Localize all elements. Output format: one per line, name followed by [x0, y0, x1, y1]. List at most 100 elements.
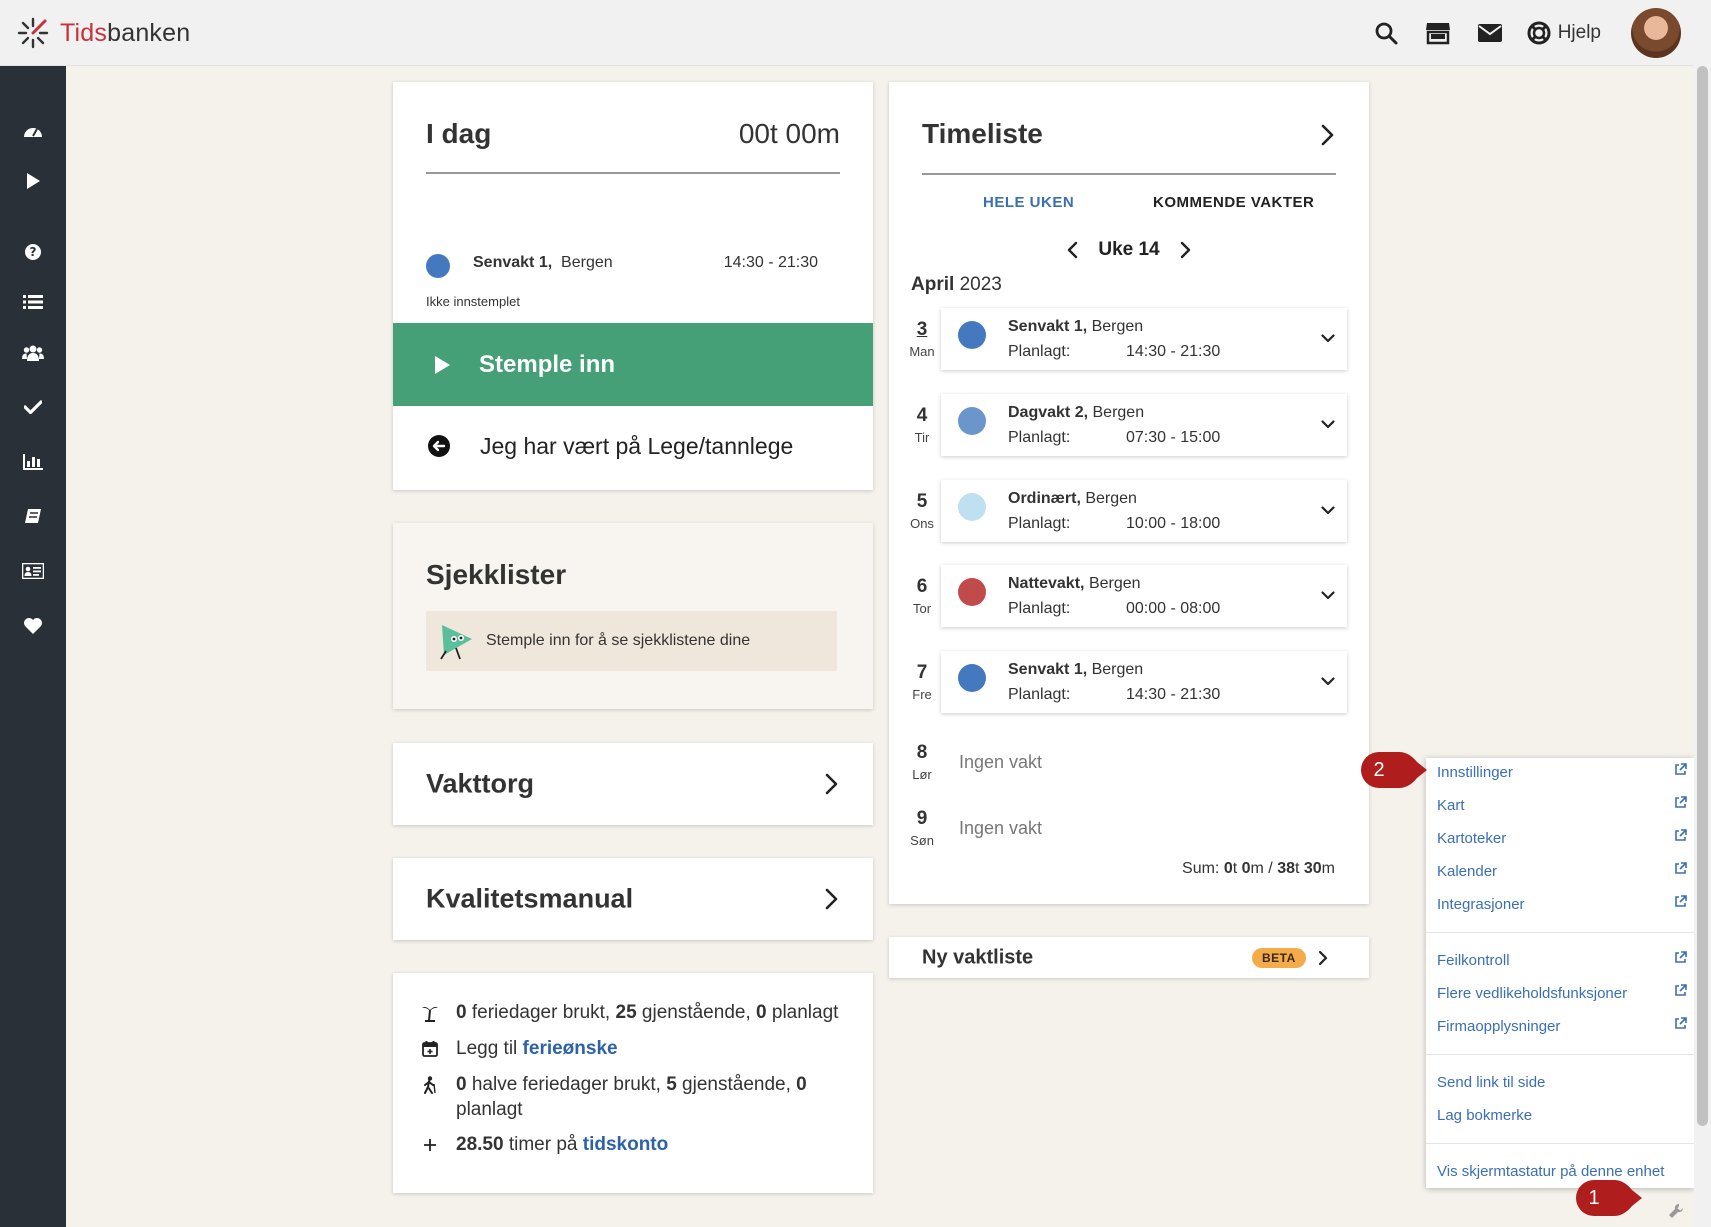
menu-item-label: Kart: [1437, 796, 1465, 814]
wrench-icon[interactable]: [1660, 1195, 1692, 1227]
shift-card[interactable]: Senvakt 1, Bergen Planlagt: 14:30 - 21:30: [941, 651, 1347, 713]
chevron-right-icon[interactable]: [825, 888, 839, 910]
shift-time: 14:30 - 21:30: [1126, 686, 1221, 703]
menu-item-label: Integrasjoner: [1437, 895, 1525, 913]
search-icon[interactable]: [1371, 18, 1401, 48]
lifebuoy-icon: [1527, 21, 1551, 45]
help-link[interactable]: Hjelp: [1527, 21, 1601, 45]
store-icon[interactable]: [1423, 18, 1453, 48]
beta-badge: BETA: [1252, 947, 1306, 968]
menu-item[interactable]: Integrasjoner: [1437, 890, 1687, 918]
shift-time: 00:00 - 08:00: [1126, 600, 1221, 617]
sidebar: ?: [0, 66, 66, 1227]
time-account-link[interactable]: tidskonto: [583, 1134, 669, 1155]
chevron-right-icon[interactable]: [1318, 950, 1329, 966]
scrollbar[interactable]: [1694, 0, 1711, 1227]
menu-item[interactable]: Kartoteker: [1437, 824, 1687, 852]
dashboard-icon[interactable]: [0, 111, 66, 151]
tab-whole-week[interactable]: HELE UKEN: [983, 194, 1074, 211]
tab-upcoming-shifts[interactable]: KOMMENDE VAKTER: [1153, 194, 1314, 211]
check-icon[interactable]: [0, 387, 66, 427]
time-account-row: 28.50 timer på tidskonto: [420, 1132, 668, 1157]
stamp-in-button[interactable]: Stemple inn: [393, 323, 873, 406]
menu-item[interactable]: Flere vedlikeholdsfunksjoner: [1437, 979, 1687, 1007]
plus-icon: [420, 1132, 440, 1157]
logo-icon: [17, 17, 49, 49]
hiker-icon: [420, 1072, 440, 1097]
shift-title: Dagvakt 2, Bergen: [1008, 404, 1145, 421]
shift-card[interactable]: Senvakt 1, Bergen Planlagt: 14:30 - 21:30: [941, 308, 1347, 370]
quality-manual-title: Kvalitetsmanual: [426, 883, 634, 914]
week-label: Uke 14: [1098, 239, 1160, 260]
day-name: Ons: [910, 516, 934, 531]
menu-divider: [1426, 1143, 1694, 1144]
chevron-down-icon[interactable]: [1321, 587, 1335, 605]
stamp-in-label: Stemple inn: [479, 350, 616, 378]
shift-title: Senvakt 1, Bergen: [1008, 661, 1144, 678]
menu-divider: [1426, 1054, 1694, 1055]
menu-item-label: Lag bokmerke: [1437, 1106, 1533, 1124]
shift-card[interactable]: Dagvakt 2, Bergen Planlagt: 07:30 - 15:00: [941, 394, 1347, 456]
checklists-message: Stemple inn for å se sjekklistene dine: [486, 632, 751, 649]
day-name: Lør: [912, 767, 932, 782]
quality-manual-card[interactable]: Kvalitetsmanual: [393, 858, 873, 940]
day-number: 8: [916, 742, 928, 763]
avatar[interactable]: [1631, 8, 1681, 58]
chevron-down-icon[interactable]: [1321, 673, 1335, 691]
users-icon[interactable]: [0, 333, 66, 373]
play-icon[interactable]: [0, 161, 66, 201]
shift-color-dot: [958, 578, 986, 606]
vacation-request-link[interactable]: ferieønske: [523, 1038, 618, 1059]
menu-item[interactable]: Kalender: [1437, 857, 1687, 885]
chevron-left-icon[interactable]: [1066, 241, 1078, 259]
mail-icon[interactable]: [1475, 18, 1505, 48]
menu-item[interactable]: Kart: [1437, 791, 1687, 819]
shift-name: Senvakt 1, Bergen: [473, 254, 613, 271]
planned-label: Planlagt:: [1008, 686, 1071, 703]
menu-item[interactable]: Vis skjermtastatur på denne enhet: [1437, 1157, 1687, 1185]
chevron-down-icon[interactable]: [1321, 502, 1335, 520]
day-number: 3: [916, 319, 928, 340]
shift-card[interactable]: Ordinært, Bergen Planlagt: 10:00 - 18:00: [941, 480, 1347, 542]
checklists-card: Sjekklister Stemple inn for å se sjekkli…: [393, 523, 873, 709]
shift-card[interactable]: Nattevakt, Bergen Planlagt: 00:00 - 08:00: [941, 565, 1347, 627]
week-sum: Sum: 0t 0m / 38t 30m: [1182, 860, 1335, 877]
menu-item-label: Flere vedlikeholdsfunksjoner: [1437, 984, 1628, 1002]
menu-item[interactable]: Innstillinger: [1437, 758, 1687, 786]
list-icon[interactable]: [0, 282, 66, 322]
menu-item[interactable]: Firmaopplysninger: [1437, 1012, 1687, 1040]
stamp-status: Ikke innstemplet: [426, 294, 520, 309]
new-roster-card[interactable]: Ny vaktliste BETA: [889, 937, 1369, 978]
heart-icon[interactable]: [0, 606, 66, 646]
shift-time: 10:00 - 18:00: [1126, 515, 1221, 532]
id-card-icon[interactable]: [0, 551, 66, 591]
chart-icon[interactable]: [0, 442, 66, 482]
question-icon[interactable]: ?: [0, 232, 66, 272]
shift-color-dot: [426, 254, 450, 278]
book-icon[interactable]: [0, 496, 66, 536]
chevron-right-icon[interactable]: [825, 773, 839, 795]
menu-item[interactable]: Feilkontroll: [1437, 946, 1687, 974]
menu-item[interactable]: Send link til side: [1437, 1068, 1687, 1096]
vakttorg-card[interactable]: Vakttorg: [393, 743, 873, 825]
menu-item[interactable]: Lag bokmerke: [1437, 1101, 1687, 1129]
scrollbar-thumb[interactable]: [1697, 66, 1708, 1126]
logo[interactable]: Tidsbanken: [16, 16, 190, 50]
help-label: Hjelp: [1557, 22, 1601, 43]
external-link-icon: [1674, 1017, 1687, 1035]
vakttorg-title: Vakttorg: [426, 768, 535, 799]
planned-label: Planlagt:: [1008, 515, 1071, 532]
today-card: I dag 00t 00m Senvakt 1, Bergen 14:30 - …: [393, 82, 873, 490]
checklists-message-box: Stemple inn for å se sjekklistene dine: [426, 611, 837, 671]
chevron-right-icon[interactable]: [1180, 241, 1192, 259]
chevron-right-icon[interactable]: [1321, 124, 1335, 146]
shift-color-dot: [958, 407, 986, 435]
checklists-title: Sjekklister: [426, 559, 567, 590]
chevron-down-icon[interactable]: [1321, 330, 1335, 348]
month-label: April 2023: [911, 274, 1002, 295]
chevron-down-icon[interactable]: [1321, 416, 1335, 434]
external-link-icon: [1674, 829, 1687, 847]
vacation-card: 0 feriedager brukt, 25 gjenstående, 0 pl…: [393, 973, 873, 1193]
menu-item-label: Vis skjermtastatur på denne enhet: [1437, 1162, 1665, 1180]
doctor-visit-button[interactable]: Jeg har vært på Lege/tannlege: [393, 406, 873, 486]
